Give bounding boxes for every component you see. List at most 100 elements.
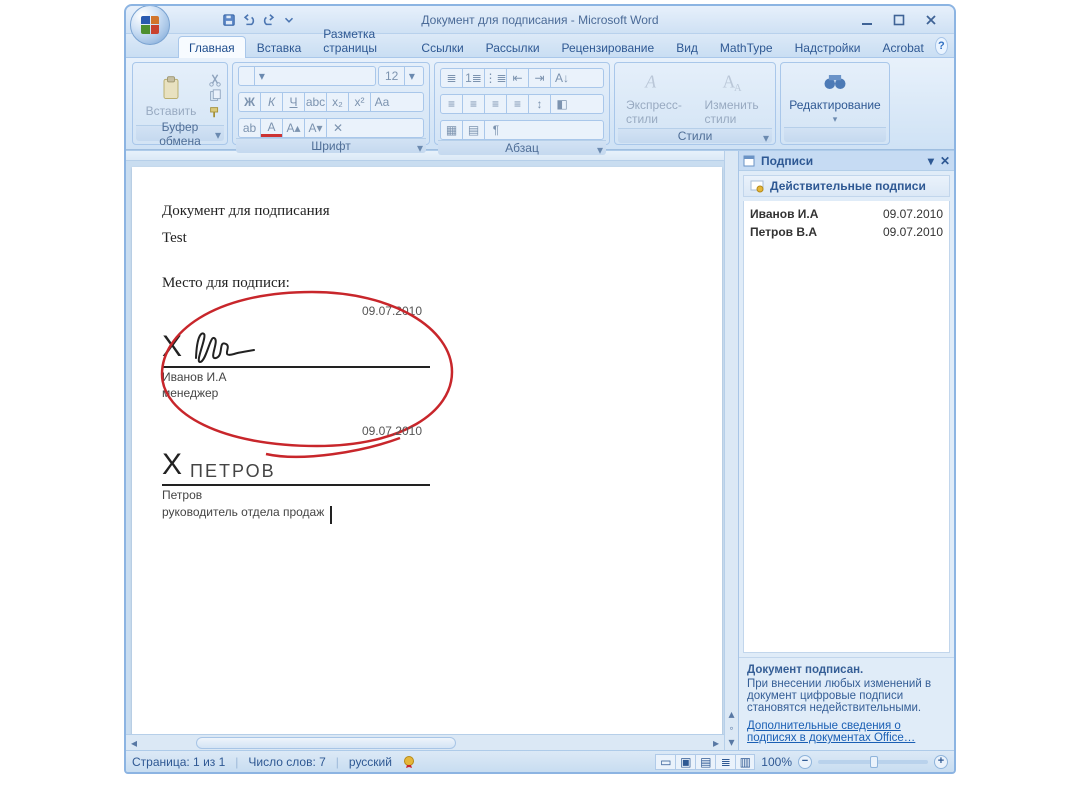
strike-button[interactable]: abc [305,93,327,111]
paragraph-spacing-button[interactable]: ▤ [463,121,485,139]
font-name-combo[interactable]: ▾ [238,66,376,86]
zoom-out-button[interactable]: − [798,755,812,769]
view-outline[interactable]: ≣ [715,754,735,770]
tab-view[interactable]: Вид [665,36,709,58]
tab-home[interactable]: Главная [178,36,246,58]
tab-review[interactable]: Рецензирование [551,36,666,58]
highlight-button[interactable]: ab [239,119,261,137]
font-color-button[interactable]: A [261,119,283,137]
document-viewport[interactable]: Документ для подписания Test Место для п… [126,161,724,734]
change-case-button[interactable]: Aa [371,93,393,111]
bullets-button[interactable]: ≣ [441,69,463,87]
zoom-slider-knob[interactable] [870,756,878,768]
view-full-screen[interactable]: ▣ [675,754,695,770]
zoom-value[interactable]: 100% [761,755,792,769]
svg-text:A: A [734,83,742,94]
tab-insert[interactable]: Вставка [246,36,313,58]
italic-button[interactable]: К [261,93,283,111]
signature-status-icon[interactable] [402,755,416,769]
help-button[interactable]: ? [935,37,948,55]
status-words[interactable]: Число слов: 7 [248,755,325,769]
align-center-button[interactable]: ≡ [463,95,485,113]
clear-format-button[interactable]: ✕ [327,119,349,137]
indent-dec-button[interactable]: ⇤ [507,69,529,87]
paragraph-launcher[interactable]: ▾ [597,143,603,157]
copy-icon[interactable] [208,89,222,103]
quick-styles-button[interactable]: A Экспресс-стили [618,66,692,128]
font-launcher[interactable]: ▾ [417,141,423,155]
undo-icon [242,13,256,27]
view-print-layout[interactable]: ▭ [655,754,675,770]
task-pane-menu-button[interactable]: ▾ [928,154,934,168]
tab-mathtype[interactable]: MathType [709,36,784,58]
maximize-button[interactable] [888,11,910,29]
prev-page-button[interactable]: ▴ [726,708,738,720]
indent-inc-button[interactable]: ⇥ [529,69,551,87]
align-left-button[interactable]: ≡ [441,95,463,113]
horizontal-scrollbar[interactable]: ◂ ▸ [126,734,724,750]
font-size-combo[interactable]: 12▾ [378,66,424,86]
office-button[interactable] [130,5,170,45]
editing-button[interactable]: Редактирование ▾ [781,66,888,127]
multilevel-button[interactable]: ⋮≣ [485,69,507,87]
line-spacing-button[interactable]: ↕ [529,95,551,113]
clipboard-launcher[interactable]: ▾ [215,128,221,142]
tab-addins[interactable]: Надстройки [784,36,872,58]
hscroll-right[interactable]: ▸ [708,736,724,750]
signature-2-name: Петров [162,488,430,502]
signature-block-1[interactable]: 09.07.2010 X Иванов И.А менеджер [162,304,430,400]
borders-button[interactable]: ▦ [441,121,463,139]
signature-block-2[interactable]: 09.07.2010 X ПЕТРОВ Петров руководитель … [162,424,430,522]
view-web-layout[interactable]: ▤ [695,754,715,770]
subscript-button[interactable]: x₂ [327,93,349,111]
shrink-font-button[interactable]: A▾ [305,119,327,137]
horizontal-ruler[interactable] [126,151,724,161]
shading-button[interactable]: ◧ [551,95,573,113]
justify-button[interactable]: ≡ [507,95,529,113]
styles-launcher[interactable]: ▾ [763,131,769,145]
zoom-slider[interactable] [818,760,928,764]
sort-button[interactable]: A↓ [551,69,573,87]
signature-1-role: менеджер [162,386,430,400]
task-pane-icon [743,155,755,167]
zoom-in-button[interactable]: + [934,755,948,769]
tab-pagelayout[interactable]: Разметка страницы [312,22,410,58]
status-page[interactable]: Страница: 1 из 1 [132,755,225,769]
tab-mailings[interactable]: Рассылки [475,36,551,58]
next-page-button[interactable]: ▾ [726,736,738,748]
font-row-1: Ж К Ч abc x₂ x² Aa [238,92,424,112]
minimize-button[interactable] [856,11,878,29]
qat-redo-button[interactable] [260,11,278,29]
task-pane-close-button[interactable]: ✕ [940,154,950,168]
change-styles-button[interactable]: AA Изменить стили [696,66,772,128]
superscript-button[interactable]: x² [349,93,371,111]
change-styles-icon: AA [720,68,748,96]
hscroll-left[interactable]: ◂ [126,736,142,750]
bold-button[interactable]: Ж [239,93,261,111]
hscroll-thumb[interactable] [196,737,456,749]
tab-acrobat[interactable]: Acrobat [871,36,934,58]
align-right-button[interactable]: ≡ [485,95,507,113]
grow-font-button[interactable]: A▴ [283,119,305,137]
document-page[interactable]: Документ для подписания Test Место для п… [132,167,722,734]
cut-icon[interactable] [208,73,222,87]
svg-text:A: A [645,71,657,91]
view-draft[interactable]: ▥ [735,754,755,770]
select-browse-object[interactable]: ◦ [726,722,738,734]
paste-button[interactable]: Вставить [138,72,205,120]
footer-more-link[interactable]: Дополнительные сведения о подписях в док… [747,720,946,744]
text-caret-icon [330,506,332,524]
qat-customize-button[interactable] [280,11,298,29]
signature-row-1[interactable]: Иванов И.А 09.07.2010 [750,205,943,223]
numbering-button[interactable]: 1≣ [463,69,485,87]
tab-references[interactable]: Ссылки [410,36,474,58]
signature-row-2[interactable]: Петров В.А 09.07.2010 [750,223,943,241]
qat-save-button[interactable] [220,11,238,29]
pilcrow-button[interactable]: ¶ [485,121,507,139]
qat-undo-button[interactable] [240,11,258,29]
close-button[interactable] [920,11,942,29]
format-painter-icon[interactable] [208,105,222,119]
underline-button[interactable]: Ч [283,93,305,111]
status-language[interactable]: русский [349,755,392,769]
task-pane-title: Подписи [761,154,813,168]
